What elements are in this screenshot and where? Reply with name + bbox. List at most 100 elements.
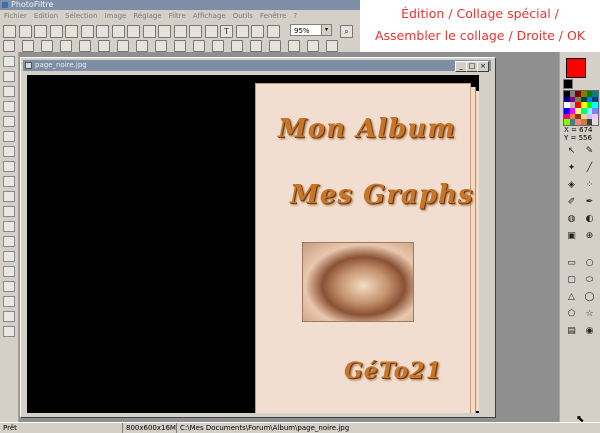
rotate-right-icon[interactable] bbox=[307, 40, 319, 52]
paste-special-icon[interactable] bbox=[173, 25, 187, 38]
page-icon[interactable] bbox=[3, 116, 15, 127]
sepia-icon[interactable] bbox=[155, 40, 167, 52]
triangle-icon[interactable]: △ bbox=[566, 292, 577, 303]
star-icon[interactable]: ☆ bbox=[584, 309, 595, 320]
rotate-left-icon[interactable] bbox=[288, 40, 300, 52]
text-icon[interactable]: T bbox=[220, 25, 233, 38]
flip-icon[interactable] bbox=[326, 40, 338, 52]
shape-icon[interactable]: ⬠ bbox=[566, 309, 577, 320]
drop-icon[interactable] bbox=[250, 40, 262, 52]
zoom-select[interactable]: 95% ▾ bbox=[290, 24, 332, 36]
album-cover-page: Mon Album Mes Graphs GéTo21 bbox=[255, 83, 472, 413]
lock-icon[interactable] bbox=[3, 311, 15, 322]
paste-icon[interactable] bbox=[3, 281, 15, 292]
color-palette[interactable] bbox=[563, 90, 599, 126]
frame-icon[interactable] bbox=[3, 56, 15, 67]
pen-icon[interactable]: ✒ bbox=[584, 197, 595, 208]
resize-icon[interactable] bbox=[158, 25, 171, 38]
menu-item-fichier[interactable]: Fichier bbox=[4, 12, 27, 20]
ellipse-icon[interactable]: ○ bbox=[584, 258, 595, 269]
copy-icon[interactable] bbox=[3, 266, 15, 277]
rectangle-icon[interactable]: ▭ bbox=[566, 258, 577, 269]
star-icon[interactable] bbox=[3, 101, 15, 112]
brush-icon[interactable] bbox=[3, 236, 15, 247]
image-icon[interactable] bbox=[3, 221, 15, 232]
film-icon[interactable] bbox=[3, 191, 15, 202]
background-color-swatch[interactable] bbox=[563, 79, 573, 89]
contrast-icon[interactable] bbox=[22, 40, 34, 52]
brush-icon[interactable]: ✐ bbox=[566, 197, 577, 208]
paste-icon[interactable] bbox=[127, 25, 140, 38]
document-title-bar[interactable]: page_noire.jpg _ □ × bbox=[23, 60, 491, 72]
select-icon[interactable]: ↖ bbox=[566, 146, 577, 157]
menu-item-reglage[interactable]: Réglage bbox=[133, 12, 161, 20]
blur-icon[interactable]: ◐ bbox=[584, 214, 595, 225]
grid-icon[interactable] bbox=[3, 296, 15, 307]
palette-icon[interactable] bbox=[3, 326, 15, 337]
close-button[interactable]: × bbox=[477, 61, 489, 72]
rounded-rect-icon[interactable]: ▢ bbox=[566, 275, 577, 286]
document-window[interactable]: page_noire.jpg _ □ × Mon Album Mes Graph… bbox=[20, 57, 496, 418]
emboss-icon[interactable] bbox=[212, 40, 224, 52]
hue-icon[interactable] bbox=[79, 40, 91, 52]
image-icon[interactable] bbox=[189, 25, 202, 38]
line-icon[interactable]: ╱ bbox=[584, 163, 595, 174]
save-icon[interactable] bbox=[34, 25, 47, 38]
lasso-icon[interactable]: ◯ bbox=[584, 292, 595, 303]
gradient-icon[interactable] bbox=[269, 40, 281, 52]
magic-wand-icon[interactable]: ✦ bbox=[566, 163, 577, 174]
eye-icon[interactable] bbox=[3, 71, 15, 82]
menu-item-outils[interactable]: Outils bbox=[233, 12, 253, 20]
menu-item-affichage[interactable]: Affichage bbox=[193, 12, 226, 20]
cut-icon[interactable] bbox=[111, 25, 125, 38]
open-icon[interactable] bbox=[18, 25, 32, 38]
drop-icon[interactable]: ◍ bbox=[566, 214, 577, 225]
spray-icon[interactable]: ⁘ bbox=[584, 180, 595, 191]
polygon-icon[interactable]: ⬭ bbox=[584, 275, 595, 286]
circle-select-icon[interactable]: ◉ bbox=[584, 326, 595, 337]
clone-icon[interactable]: ⊕ bbox=[584, 231, 595, 242]
palette-swatch[interactable] bbox=[592, 119, 598, 125]
eyedropper-icon[interactable]: ✎ bbox=[584, 146, 595, 157]
layers-icon[interactable] bbox=[3, 131, 15, 142]
gradient-icon[interactable] bbox=[3, 146, 15, 157]
menu-item-filtre[interactable]: Filtre bbox=[169, 12, 186, 20]
menu-item-help[interactable]: ? bbox=[293, 12, 297, 20]
saturation-icon[interactable] bbox=[98, 40, 110, 52]
zoom-icon[interactable]: ⌕ bbox=[340, 25, 353, 38]
stamp-icon[interactable]: ▣ bbox=[566, 231, 577, 242]
gamma-icon[interactable] bbox=[117, 40, 129, 52]
menu-item-image[interactable]: Image bbox=[104, 12, 126, 20]
mask-icon[interactable] bbox=[235, 25, 249, 38]
help-icon[interactable] bbox=[266, 25, 280, 38]
menu-item-fenetre[interactable]: Fenêtre bbox=[260, 12, 286, 20]
settings-icon[interactable] bbox=[251, 25, 264, 38]
color-icon[interactable] bbox=[60, 40, 72, 52]
fill-icon[interactable]: ◈ bbox=[566, 180, 577, 191]
menu-item-selection[interactable]: Sélection bbox=[65, 12, 97, 20]
brightness-icon[interactable] bbox=[41, 40, 53, 52]
folder-icon[interactable] bbox=[3, 251, 15, 262]
foreground-color-swatch[interactable] bbox=[566, 58, 586, 78]
frame-icon[interactable] bbox=[204, 25, 218, 38]
menu-item-edition[interactable]: Edition bbox=[34, 12, 58, 20]
new-icon[interactable] bbox=[3, 25, 16, 38]
water-icon[interactable] bbox=[231, 40, 243, 52]
auto-levels-icon[interactable] bbox=[3, 40, 15, 52]
image-canvas[interactable]: Mon Album Mes Graphs GéTo21 bbox=[27, 75, 479, 413]
sharpen-icon[interactable] bbox=[3, 176, 15, 187]
grayscale-icon[interactable] bbox=[136, 40, 148, 52]
crop-icon[interactable] bbox=[142, 25, 156, 38]
globe-icon[interactable] bbox=[3, 86, 15, 97]
square-select-icon[interactable]: ▤ bbox=[566, 326, 577, 337]
copy-icon[interactable] bbox=[65, 25, 78, 38]
blur-icon[interactable] bbox=[193, 40, 205, 52]
sharpen-icon[interactable] bbox=[174, 40, 186, 52]
print-icon[interactable] bbox=[49, 25, 63, 38]
disk-icon[interactable] bbox=[3, 206, 15, 217]
redo-icon[interactable] bbox=[96, 25, 109, 38]
undo-icon[interactable] bbox=[80, 25, 94, 38]
instruction-overlay: Édition / Collage spécial / Assembler le… bbox=[360, 0, 600, 52]
chevron-down-icon[interactable]: ▾ bbox=[321, 25, 331, 35]
levels-icon[interactable] bbox=[3, 161, 15, 172]
